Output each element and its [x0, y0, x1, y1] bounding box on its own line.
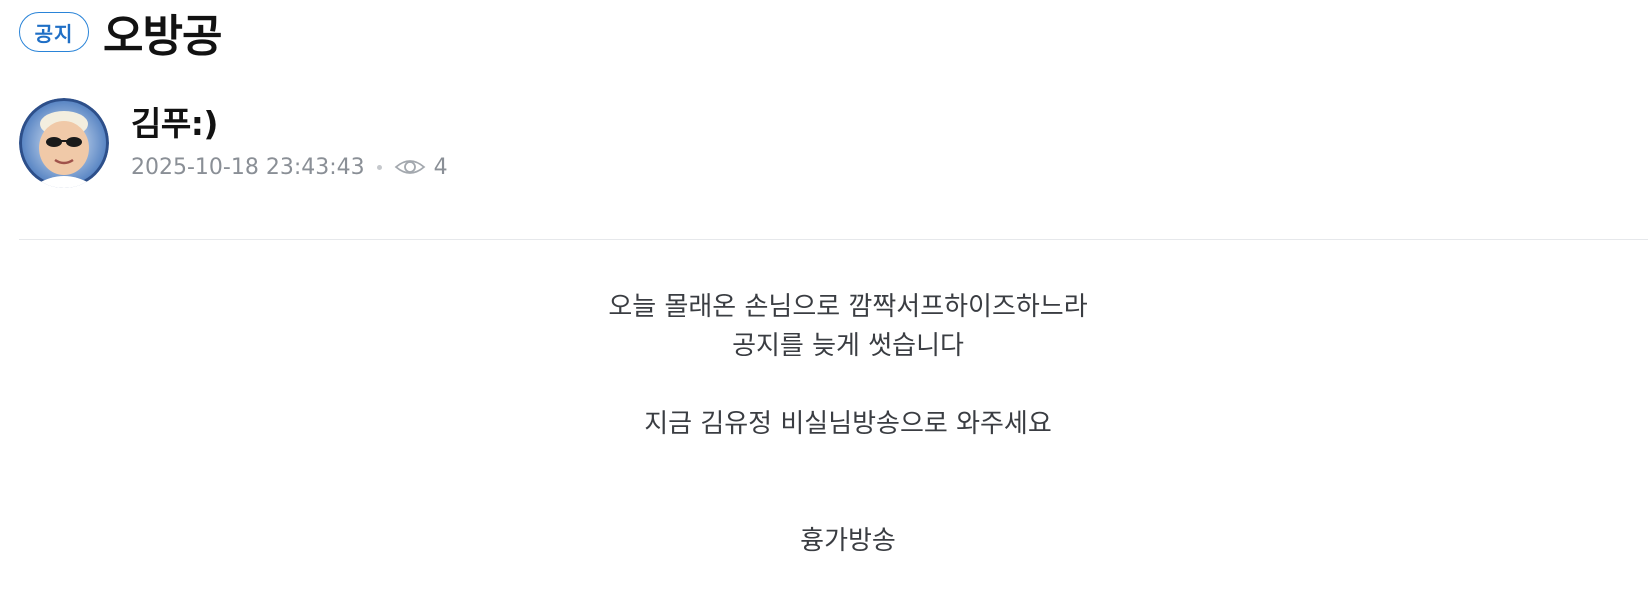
content-line: 흉가방송: [800, 526, 896, 556]
meta-separator: [376, 164, 382, 170]
avatar[interactable]: [19, 98, 109, 188]
post-meta: 2025-10-18 23:43:43 4: [131, 152, 448, 182]
view-count: 4: [433, 154, 448, 180]
post-header: 공지 오방공: [19, 6, 222, 62]
post-title: 오방공: [103, 11, 222, 62]
author-name[interactable]: 김푸:): [131, 102, 448, 146]
author-section: 김푸:) 2025-10-18 23:43:43 4: [19, 98, 448, 188]
post-content: 오늘 몰래온 손님으로 깜짝서프하이즈하느라 공지를 늦게 썻습니다 지금 김유…: [0, 288, 1648, 561]
content-line: 공지를 늦게 썻습니다: [732, 331, 964, 361]
content-line: 오늘 몰래온 손님으로 깜짝서프하이즈하느라: [608, 292, 1088, 322]
content-line: 지금 김유정 비실님방송으로 와주세요: [644, 409, 1052, 439]
divider: [19, 239, 1648, 240]
notice-badge: 공지: [19, 12, 89, 52]
eye-icon: [394, 156, 426, 178]
post-datetime: 2025-10-18 23:43:43: [131, 154, 365, 180]
